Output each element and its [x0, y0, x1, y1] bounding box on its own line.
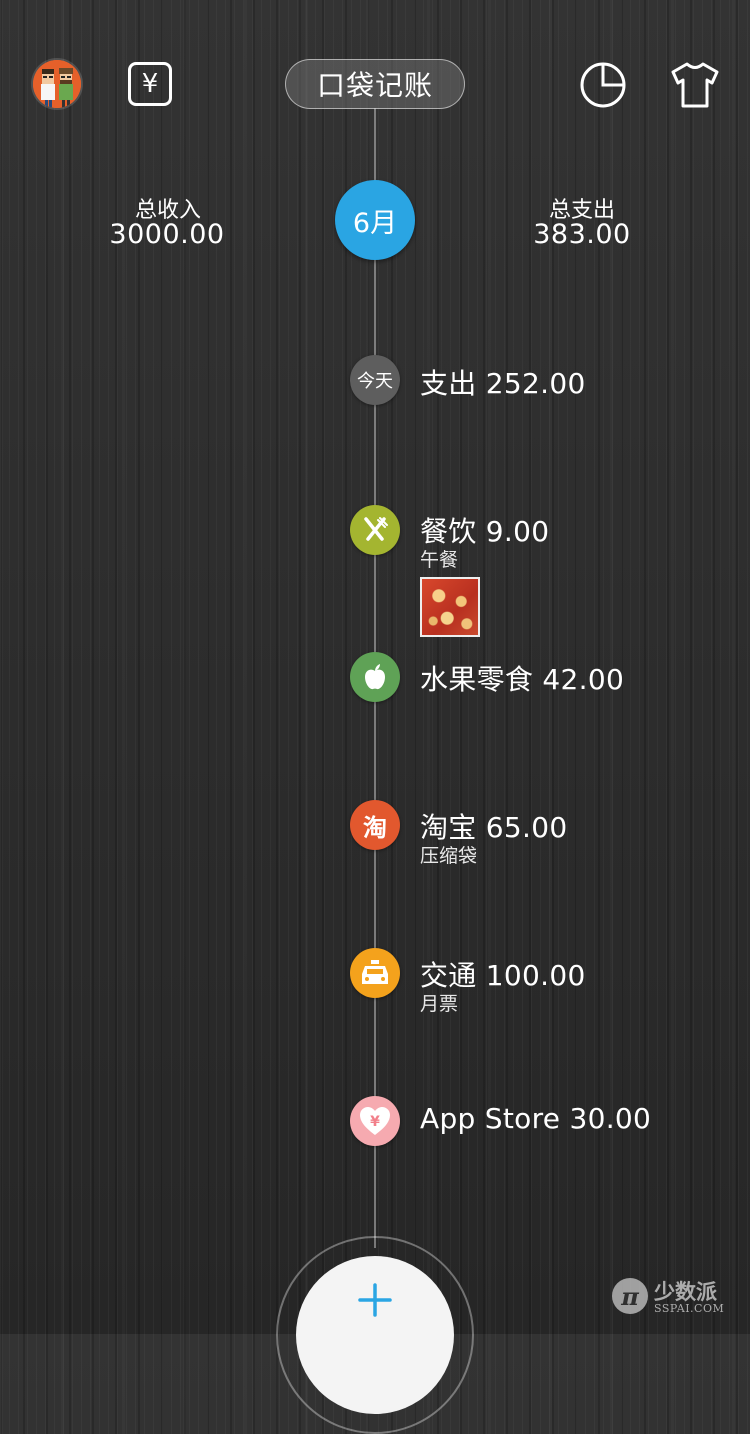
entry-icon-appstore[interactable]: ¥ [350, 1096, 400, 1146]
currency-button[interactable]: ¥ [128, 62, 172, 106]
heart-yen-icon: ¥ [360, 1107, 390, 1135]
app-title: 口袋记账 [316, 69, 433, 102]
income-value: 3000.00 [109, 219, 225, 250]
entry-icon-fruit[interactable] [350, 652, 400, 702]
tshirt-icon [671, 62, 719, 108]
day-total: 支出 252.00 [420, 367, 586, 400]
entry-title[interactable]: 餐饮 9.00 [420, 510, 549, 550]
yen-icon: ¥ [141, 69, 159, 99]
svg-text:¥: ¥ [370, 1114, 380, 1130]
today-label: 今天 [357, 371, 393, 392]
entry-note: 午餐 [420, 549, 459, 571]
avatar-icon [33, 60, 81, 108]
entry-title[interactable]: 淘宝 65.00 [420, 806, 567, 846]
apple-icon [365, 664, 385, 690]
theme-button[interactable] [670, 60, 720, 110]
entry-icon-taobao[interactable]: 淘 [350, 800, 400, 850]
avatar[interactable] [33, 60, 81, 108]
entry-icon-dining[interactable] [350, 505, 400, 555]
watermark-domain: SSPAI.COM [654, 1302, 725, 1315]
pie-chart-icon [580, 62, 626, 108]
entry-title[interactable]: App Store 30.00 [420, 1102, 651, 1135]
watermark: π 少数派 SSPAI.COM [612, 1276, 736, 1320]
expense-value: 383.00 [533, 219, 631, 250]
entry-title[interactable]: 交通 100.00 [420, 954, 586, 994]
taobao-icon: 淘 [363, 813, 387, 842]
entry-photo[interactable] [420, 577, 480, 637]
add-record-button[interactable] [296, 1256, 454, 1414]
watermark-logo: π [612, 1278, 648, 1314]
today-badge: 今天 [350, 355, 400, 405]
entry-note: 月票 [420, 993, 459, 1015]
app-title-button[interactable]: 口袋记账 [285, 59, 465, 109]
plus-icon [358, 1283, 392, 1317]
statistics-button[interactable] [578, 60, 628, 110]
taxi-icon [362, 960, 388, 984]
entry-note: 压缩袋 [420, 845, 478, 867]
month-label: 6月 [352, 207, 398, 239]
entry-title[interactable]: 水果零食 42.00 [420, 658, 624, 698]
month-button[interactable]: 6月 [335, 180, 415, 260]
entry-icon-transport[interactable] [350, 948, 400, 998]
fork-knife-icon [364, 517, 388, 541]
